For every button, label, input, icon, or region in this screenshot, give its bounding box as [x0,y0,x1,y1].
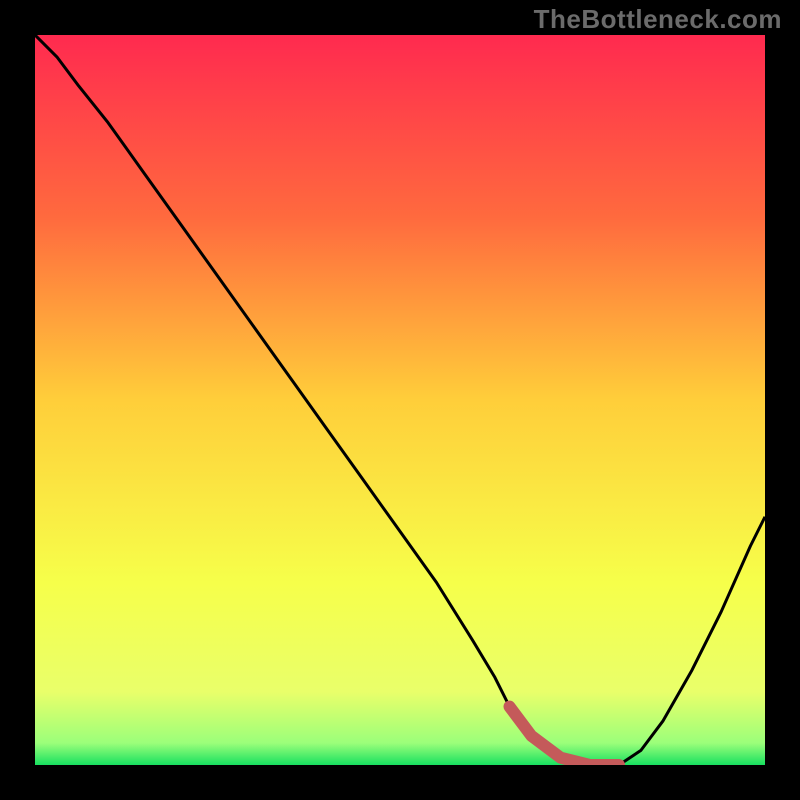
chart-frame: TheBottleneck.com [0,0,800,800]
watermark-text: TheBottleneck.com [534,4,782,35]
chart-background [35,35,765,765]
chart-svg [35,35,765,765]
chart-plot-area [35,35,765,765]
